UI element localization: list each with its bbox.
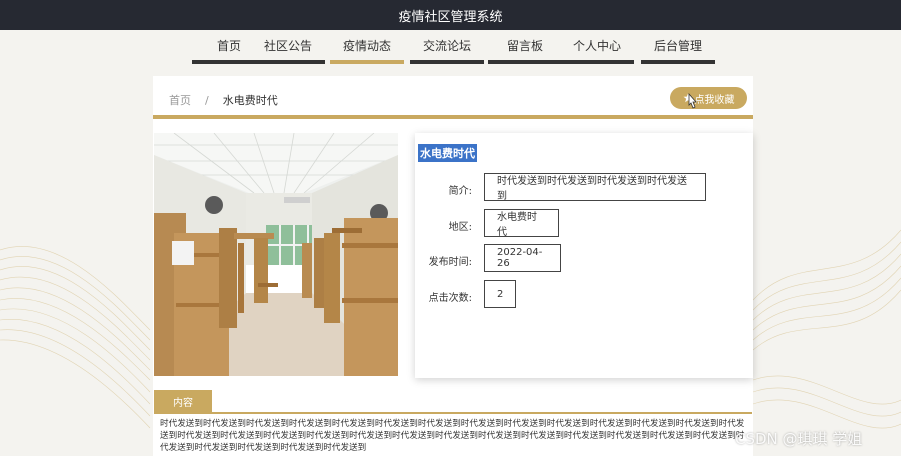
content-divider — [154, 412, 752, 414]
click-count-value: 2 — [484, 280, 516, 308]
nav-announcements[interactable]: 社区公告 — [251, 36, 325, 64]
favorite-button[interactable]: 点我收藏 — [670, 87, 747, 109]
region-value: 水电费时代 — [484, 209, 559, 238]
breadcrumb-home[interactable]: 首页 — [169, 92, 191, 108]
site-title: 疫情社区管理系统 — [398, 9, 503, 25]
publish-time-value: 2022-04-26 — [484, 244, 561, 272]
nav-message-board[interactable]: 留言板 — [488, 36, 562, 64]
mouse-cursor-icon — [688, 93, 697, 109]
nav-epidemic-news[interactable]: 疫情动态 — [330, 36, 404, 64]
nav-admin[interactable]: 后台管理 — [641, 36, 715, 64]
click-count-label: 点击次数: — [428, 293, 472, 304]
content-body: 时代发送到时代发送到时代发送到时代发送到时代发送到时代发送到时代发送到时代发送到… — [160, 419, 745, 453]
main-nav: 首页 社区公告 疫情动态 交流论坛 留言板 个人中心 后台管理 — [0, 36, 901, 64]
nav-personal-center[interactable]: 个人中心 — [560, 36, 634, 64]
csdn-watermark: CSDN @琪琪 学姐 — [735, 430, 863, 448]
summary-label: 简介: — [448, 186, 472, 197]
favorite-label: 点我收藏 — [694, 94, 735, 106]
breadcrumb-current: 水电费时代 — [222, 94, 278, 107]
publish-time-label: 发布时间: — [428, 257, 472, 268]
top-header-bar: 疫情社区管理系统 — [0, 0, 901, 30]
detail-title: 水电费时代 — [418, 144, 477, 162]
news-cover-image — [154, 133, 398, 376]
content-tab[interactable]: 内容 — [154, 390, 212, 412]
nav-forum[interactable]: 交流论坛 — [410, 36, 484, 64]
breadcrumb: 首页 / 水电费时代 — [169, 92, 278, 108]
section-divider — [153, 115, 753, 119]
region-label: 地区: — [448, 222, 472, 233]
summary-value: 时代发送到时代发送到时代发送到时代发送到 — [484, 173, 706, 202]
breadcrumb-separator: / — [205, 93, 209, 107]
